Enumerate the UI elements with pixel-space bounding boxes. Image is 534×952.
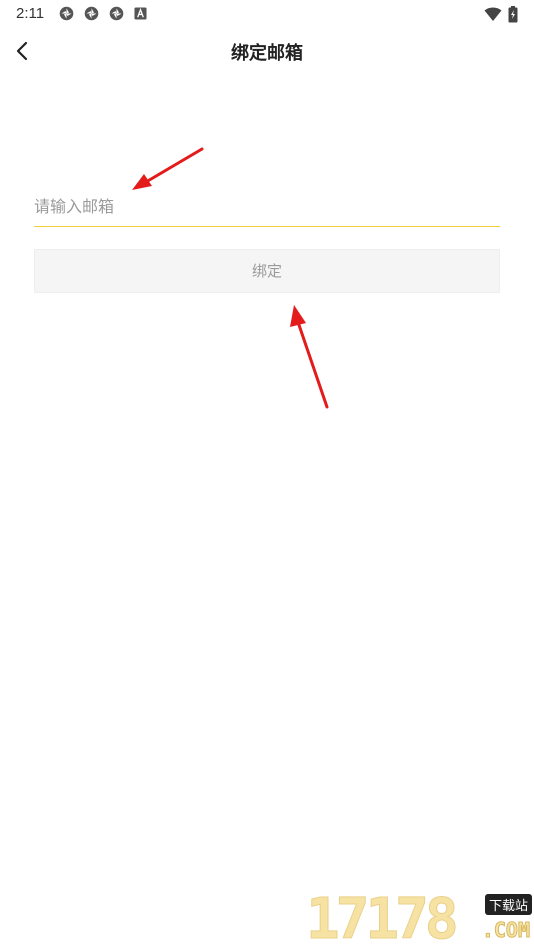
- font-a-icon: [134, 7, 147, 20]
- watermark-logo: 17178 下载站 .COM: [306, 887, 534, 952]
- status-time: 2:11: [16, 5, 45, 22]
- app-notification-icon: [108, 5, 125, 22]
- title-bar: 绑定邮箱: [0, 28, 534, 74]
- app-notification-icon: [83, 5, 100, 22]
- annotation-arrow-button: [290, 305, 329, 409]
- watermark-tag: 下载站: [484, 894, 532, 915]
- watermark-domain: .COM: [481, 918, 530, 943]
- wifi-icon: [484, 6, 502, 22]
- status-bar: 2:11: [0, 0, 534, 28]
- battery-icon: [508, 5, 518, 23]
- watermark-digits: 17178: [306, 887, 460, 952]
- email-field[interactable]: [34, 186, 500, 227]
- app-notification-icon: [58, 5, 75, 22]
- bind-button[interactable]: 绑定: [34, 249, 500, 293]
- page-title: 绑定邮箱: [231, 43, 303, 64]
